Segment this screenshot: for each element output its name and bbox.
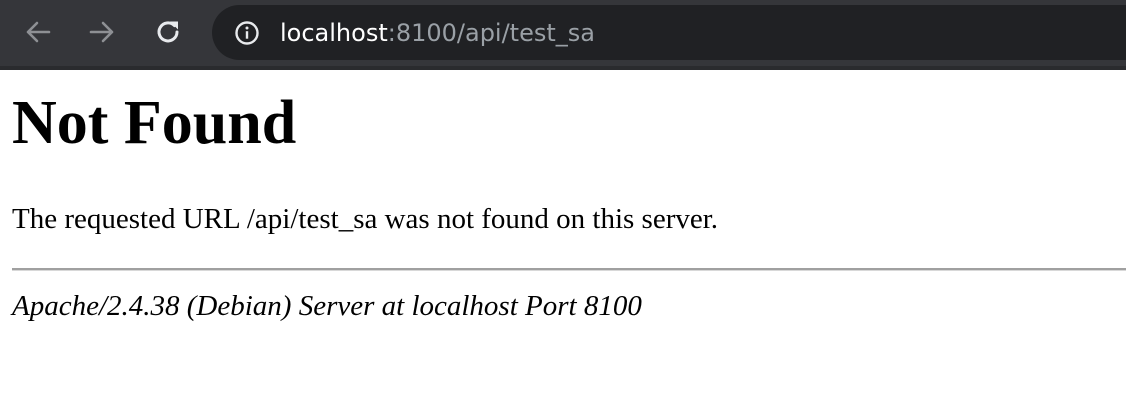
reload-button[interactable] xyxy=(150,12,186,52)
url-path: :8100/api/test_sa xyxy=(387,19,595,47)
info-icon[interactable] xyxy=(234,20,260,46)
browser-toolbar: localhost:8100/api/test_sa xyxy=(0,0,1126,70)
page-title: Not Found xyxy=(12,89,297,157)
url-host: localhost xyxy=(280,19,388,47)
forward-button[interactable] xyxy=(84,12,120,52)
address-bar[interactable]: localhost:8100/api/test_sa xyxy=(212,5,1126,60)
url-text[interactable]: localhost:8100/api/test_sa xyxy=(280,18,595,48)
divider xyxy=(12,268,1126,271)
back-button[interactable] xyxy=(20,12,56,52)
reload-icon xyxy=(157,21,179,43)
server-signature: Apache/2.4.38 (Debian) Server at localho… xyxy=(12,290,642,322)
arrow-left-icon xyxy=(26,21,51,43)
arrow-right-icon xyxy=(89,21,114,43)
error-message: The requested URL /api/test_sa was not f… xyxy=(12,203,719,235)
